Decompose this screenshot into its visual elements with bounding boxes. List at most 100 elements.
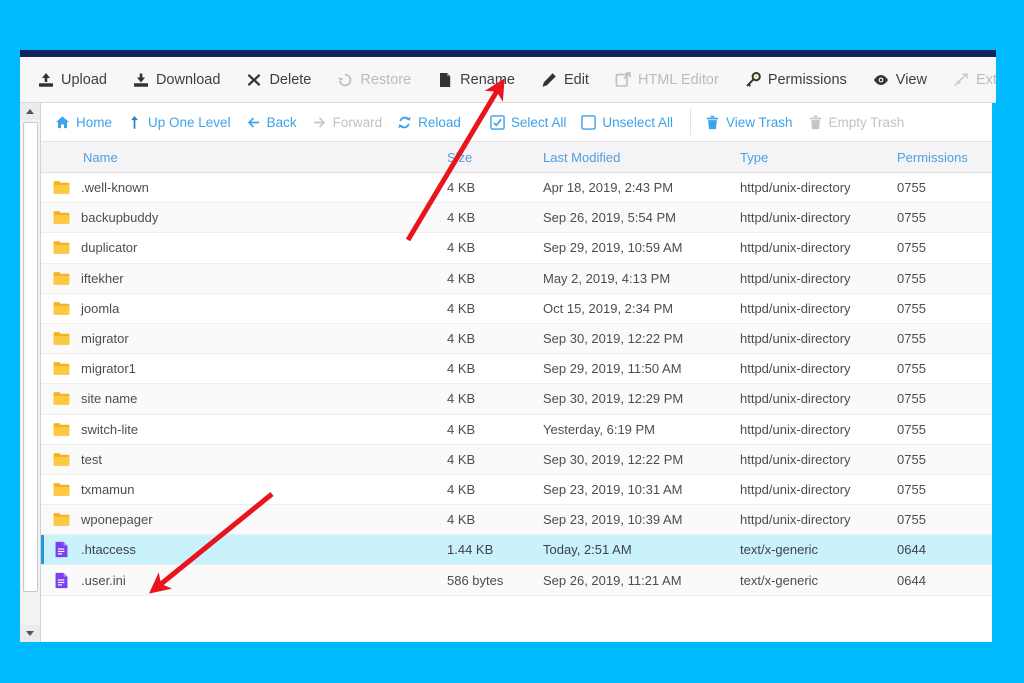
column-header-type[interactable]: Type [740, 150, 897, 165]
arrow-left-icon [246, 115, 261, 130]
file-permissions-cell: 0755 [897, 301, 992, 316]
file-name-cell[interactable]: .user.ini [41, 572, 447, 589]
extract-button[interactable]: Extract [949, 68, 996, 92]
up-level-icon [127, 115, 142, 130]
table-row[interactable]: .well-known4 KBApr 18, 2019, 2:43 PMhttp… [41, 173, 992, 203]
vertical-scrollbar[interactable] [20, 103, 41, 642]
file-name-cell[interactable]: wponepager [41, 511, 447, 528]
unselect-all-label: Unselect All [602, 115, 673, 130]
file-type-cell: httpd/unix-directory [740, 482, 897, 497]
delete-button[interactable]: Delete [242, 68, 324, 92]
folder-icon [53, 360, 70, 377]
up-one-level-button[interactable]: Up One Level [123, 112, 242, 133]
arrow-right-icon [312, 115, 327, 130]
file-name-cell[interactable]: .well-known [41, 179, 447, 196]
file-name-label: switch-lite [81, 422, 138, 437]
permissions-button[interactable]: Permissions [741, 68, 860, 92]
table-row[interactable]: backupbuddy4 KBSep 26, 2019, 5:54 PMhttp… [41, 203, 992, 233]
file-type-cell: httpd/unix-directory [740, 361, 897, 376]
file-name-cell[interactable]: site name [41, 390, 447, 407]
table-row[interactable]: switch-lite4 KBYesterday, 6:19 PMhttpd/u… [41, 415, 992, 445]
folder-icon [53, 421, 70, 438]
table-row[interactable]: joomla4 KBOct 15, 2019, 2:34 PMhttpd/uni… [41, 294, 992, 324]
file-size-cell: 4 KB [447, 482, 543, 497]
file-permissions-cell: 0755 [897, 391, 992, 406]
column-header-name[interactable]: Name [41, 150, 447, 165]
file-name-cell[interactable]: txmamun [41, 481, 447, 498]
reload-button[interactable]: Reload [393, 112, 472, 133]
file-name-label: migrator1 [81, 361, 136, 376]
file-type-cell: httpd/unix-directory [740, 180, 897, 195]
select-all-label: Select All [511, 115, 567, 130]
file-type-cell: httpd/unix-directory [740, 271, 897, 286]
table-row[interactable]: migrator14 KBSep 29, 2019, 11:50 AMhttpd… [41, 354, 992, 384]
rename-file-icon [437, 72, 453, 88]
file-name-cell[interactable]: test [41, 451, 447, 468]
file-permissions-cell: 0755 [897, 512, 992, 527]
table-row[interactable]: test4 KBSep 30, 2019, 12:22 PMhttpd/unix… [41, 445, 992, 475]
file-type-cell: httpd/unix-directory [740, 331, 897, 346]
file-name-cell[interactable]: joomla [41, 300, 447, 317]
view-trash-button[interactable]: View Trash [701, 112, 804, 133]
upload-icon [38, 72, 54, 88]
up-one-level-label: Up One Level [148, 115, 231, 130]
column-header-last-modified[interactable]: Last Modified [543, 150, 740, 165]
empty-trash-button[interactable]: Empty Trash [804, 112, 916, 133]
table-row[interactable]: duplicator4 KBSep 29, 2019, 10:59 AMhttp… [41, 233, 992, 263]
file-name-label: joomla [81, 301, 119, 316]
file-name-cell[interactable]: iftekher [41, 270, 447, 287]
view-trash-label: View Trash [726, 115, 793, 130]
column-header-permissions[interactable]: Permissions [897, 150, 992, 165]
file-name-cell[interactable]: backupbuddy [41, 209, 447, 226]
select-all-button[interactable]: Select All [486, 112, 578, 133]
scrollbar-down-button[interactable] [20, 625, 40, 642]
file-modified-cell: Sep 30, 2019, 12:22 PM [543, 452, 740, 467]
file-name-label: duplicator [81, 240, 137, 255]
empty-trash-label: Empty Trash [829, 115, 905, 130]
file-name-label: site name [81, 391, 137, 406]
scrollbar-thumb[interactable] [23, 122, 38, 592]
rename-button[interactable]: Rename [433, 68, 528, 92]
forward-button[interactable]: Forward [308, 112, 394, 133]
folder-icon [53, 239, 70, 256]
table-row[interactable]: .user.ini586 bytesSep 26, 2019, 11:21 AM… [41, 565, 992, 595]
rename-label: Rename [460, 72, 515, 88]
file-type-cell: httpd/unix-directory [740, 210, 897, 225]
file-manager-panel: Upload Download Delete Restore Rename [20, 50, 996, 642]
edit-button[interactable]: Edit [537, 68, 602, 92]
file-name-cell[interactable]: migrator1 [41, 360, 447, 377]
table-row[interactable]: .htaccess1.44 KBToday, 2:51 AMtext/x-gen… [41, 535, 992, 565]
folder-icon [53, 300, 70, 317]
file-size-cell: 586 bytes [447, 573, 543, 588]
restore-button[interactable]: Restore [333, 68, 424, 92]
file-modified-cell: Oct 15, 2019, 2:34 PM [543, 301, 740, 316]
table-row[interactable]: site name4 KBSep 30, 2019, 12:29 PMhttpd… [41, 384, 992, 414]
file-modified-cell: Sep 30, 2019, 12:22 PM [543, 331, 740, 346]
file-name-cell[interactable]: switch-lite [41, 421, 447, 438]
table-row[interactable]: migrator4 KBSep 30, 2019, 12:22 PMhttpd/… [41, 324, 992, 354]
home-button[interactable]: Home [51, 112, 123, 133]
home-icon [55, 115, 70, 130]
table-row[interactable]: wponepager4 KBSep 23, 2019, 10:39 AMhttp… [41, 505, 992, 535]
file-name-cell[interactable]: .htaccess [41, 541, 447, 558]
html-editor-button[interactable]: HTML Editor [611, 68, 732, 92]
file-size-cell: 4 KB [447, 240, 543, 255]
caret-down-icon [26, 631, 34, 636]
folder-icon [53, 179, 70, 196]
file-size-cell: 4 KB [447, 180, 543, 195]
file-name-cell[interactable]: duplicator [41, 239, 447, 256]
download-button[interactable]: Download [129, 68, 234, 92]
explorer-main: Home Up One Level Back [41, 103, 996, 642]
file-permissions-cell: 0644 [897, 573, 992, 588]
table-row[interactable]: iftekher4 KBMay 2, 2019, 4:13 PMhttpd/un… [41, 264, 992, 294]
upload-button[interactable]: Upload [34, 68, 120, 92]
view-button[interactable]: View [869, 68, 940, 92]
unselect-all-button[interactable]: Unselect All [577, 112, 684, 133]
table-row[interactable]: txmamun4 KBSep 23, 2019, 10:31 AMhttpd/u… [41, 475, 992, 505]
folder-icon [53, 451, 70, 468]
back-button[interactable]: Back [242, 112, 308, 133]
column-header-size[interactable]: Size [447, 150, 543, 165]
scrollbar-up-button[interactable] [20, 103, 40, 120]
file-name-cell[interactable]: migrator [41, 330, 447, 347]
delete-label: Delete [269, 72, 311, 88]
